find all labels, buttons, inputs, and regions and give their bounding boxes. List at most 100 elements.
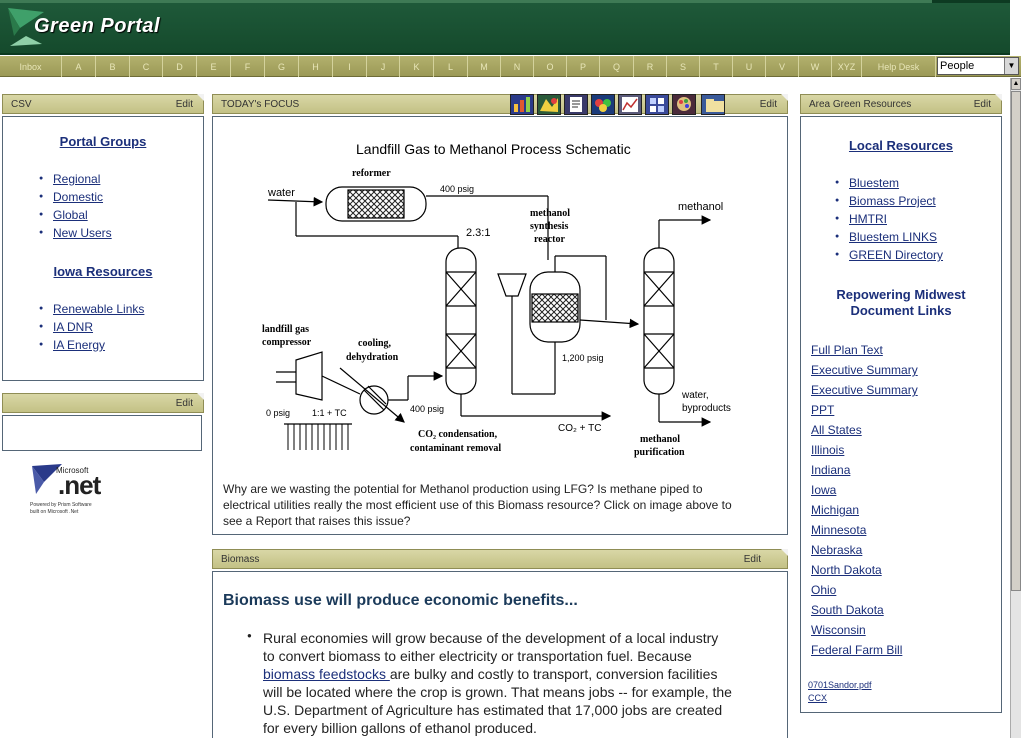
- portal-group-link[interactable]: Global: [53, 208, 88, 222]
- label-water: water: [267, 187, 295, 199]
- nav-item-k[interactable]: K: [400, 56, 434, 77]
- biomass-feedstocks-link[interactable]: biomass feedstocks: [263, 666, 390, 682]
- local-resource-item[interactable]: Biomass Project: [835, 192, 943, 210]
- nav-item-j[interactable]: J: [367, 56, 400, 77]
- portal-group-item[interactable]: Global: [39, 206, 112, 224]
- document-link[interactable]: Federal Farm Bill: [811, 640, 918, 660]
- nav-item-e[interactable]: E: [197, 56, 231, 77]
- nav-item-a[interactable]: A: [62, 56, 96, 77]
- portal-group-item[interactable]: Domestic: [39, 188, 112, 206]
- nav-item-f[interactable]: F: [231, 56, 265, 77]
- area-green-edit-link[interactable]: Edit: [974, 95, 991, 114]
- iowa-resource-link[interactable]: Renewable Links: [53, 302, 144, 316]
- nav-item-u[interactable]: U: [733, 56, 766, 77]
- nav-item-o[interactable]: O: [534, 56, 567, 77]
- nav-item-g[interactable]: G: [265, 56, 299, 77]
- nav-item-w[interactable]: W: [799, 56, 832, 77]
- document-link[interactable]: Nebraska: [811, 540, 918, 560]
- label-400psig-b: 400 psig: [410, 404, 444, 414]
- focus-edit-link[interactable]: Edit: [760, 95, 777, 114]
- local-resources-title[interactable]: Local Resources: [801, 138, 1001, 153]
- nav-item-p[interactable]: P: [567, 56, 600, 77]
- nav-item-m[interactable]: M: [468, 56, 501, 77]
- document-link[interactable]: Executive Summary: [811, 360, 918, 380]
- nav-item-t[interactable]: T: [700, 56, 733, 77]
- nav-item-h[interactable]: H: [299, 56, 333, 77]
- portal-group-item[interactable]: New Users: [39, 224, 112, 242]
- iowa-resource-item[interactable]: IA Energy: [39, 336, 144, 354]
- file-link-ccx[interactable]: CCX: [808, 693, 827, 703]
- palette-icon[interactable]: [672, 94, 696, 115]
- focus-caption-line-1: Why are we wasting the potential for Met…: [223, 482, 703, 496]
- document-link[interactable]: Executive Summary: [811, 380, 918, 400]
- document-link[interactable]: Minnesota: [811, 520, 918, 540]
- document-link[interactable]: PPT: [811, 400, 918, 420]
- local-resource-item[interactable]: GREEN Directory: [835, 246, 943, 264]
- biomass-edit-link[interactable]: Edit: [744, 550, 761, 569]
- nav-item-help-desk[interactable]: Help Desk: [862, 56, 936, 77]
- area-green-portlet-body: Local Resources Bluestem Biomass Project H…: [800, 116, 1002, 713]
- nav-item-r[interactable]: R: [634, 56, 667, 77]
- nav-item-d[interactable]: D: [163, 56, 197, 77]
- nav-item-i[interactable]: I: [333, 56, 367, 77]
- document-link[interactable]: South Dakota: [811, 600, 918, 620]
- iowa-resource-link[interactable]: IA Energy: [53, 338, 105, 352]
- iowa-resource-link[interactable]: IA DNR: [53, 320, 93, 334]
- local-resource-link[interactable]: Biomass Project: [849, 194, 936, 208]
- label-1200psig: 1,200 psig: [562, 353, 604, 363]
- csv-edit-link[interactable]: Edit: [176, 95, 193, 114]
- local-resource-link[interactable]: Bluestem LINKS: [849, 230, 937, 244]
- local-resource-link[interactable]: Bluestem: [849, 176, 899, 190]
- iowa-resource-item[interactable]: IA DNR: [39, 318, 144, 336]
- scroll-up-icon[interactable]: ▲: [1011, 78, 1021, 90]
- scroll-thumb[interactable]: [1011, 91, 1021, 591]
- nav-item-xyz[interactable]: XYZ: [832, 56, 862, 77]
- graph-icon[interactable]: [618, 94, 642, 115]
- iowa-resources-title[interactable]: Iowa Resources: [3, 264, 203, 279]
- document-link[interactable]: Michigan: [811, 500, 918, 520]
- people-select[interactable]: People ▼: [937, 57, 1019, 75]
- nav-item-b[interactable]: B: [96, 56, 130, 77]
- local-resource-item[interactable]: Bluestem: [835, 174, 943, 192]
- local-resource-item[interactable]: HMTRI: [835, 210, 943, 228]
- color-wheel-icon[interactable]: [591, 94, 615, 115]
- portal-group-item[interactable]: Regional: [39, 170, 112, 188]
- nav-item-q[interactable]: Q: [600, 56, 634, 77]
- portal-group-link[interactable]: Regional: [53, 172, 100, 186]
- iowa-resource-item[interactable]: Renewable Links: [39, 300, 144, 318]
- portal-groups-title[interactable]: Portal Groups: [3, 134, 203, 149]
- nav-item-inbox[interactable]: Inbox: [0, 56, 62, 77]
- nav-item-l[interactable]: L: [434, 56, 468, 77]
- empty-edit-link[interactable]: Edit: [176, 394, 193, 413]
- nav-item-s[interactable]: S: [667, 56, 700, 77]
- document-link[interactable]: Indiana: [811, 460, 918, 480]
- document-link[interactable]: Wisconsin: [811, 620, 918, 640]
- file-link-sandor[interactable]: 0701Sandor.pdf: [808, 680, 872, 690]
- document-link[interactable]: Iowa: [811, 480, 918, 500]
- dotnet-badge[interactable]: Microsoft .net Powered by Prism Software…: [30, 462, 130, 522]
- folder-icon[interactable]: [701, 94, 725, 115]
- label-co2-2: contaminant removal: [410, 443, 501, 454]
- document-link[interactable]: Full Plan Text: [811, 340, 918, 360]
- chart-icon[interactable]: [510, 94, 534, 115]
- doc-icon[interactable]: [564, 94, 588, 115]
- biomass-line-4: will be located where the crop is grown.…: [263, 684, 732, 700]
- page-scrollbar[interactable]: ▲: [1010, 78, 1021, 738]
- document-link[interactable]: Ohio: [811, 580, 918, 600]
- methanol-process-schematic[interactable]: Landfill Gas to Methanol Process Schemat…: [236, 132, 776, 464]
- local-resource-item[interactable]: Bluestem LINKS: [835, 228, 943, 246]
- portal-group-link[interactable]: Domestic: [53, 190, 103, 204]
- document-link[interactable]: Illinois: [811, 440, 918, 460]
- nav-item-n[interactable]: N: [501, 56, 534, 77]
- local-resource-link[interactable]: HMTRI: [849, 212, 887, 226]
- portal-logo-text[interactable]: Green Portal: [34, 15, 160, 38]
- map-icon[interactable]: [537, 94, 561, 115]
- chevron-down-icon[interactable]: ▼: [1004, 58, 1018, 74]
- nav-item-c[interactable]: C: [130, 56, 163, 77]
- document-link[interactable]: All States: [811, 420, 918, 440]
- local-resource-link[interactable]: GREEN Directory: [849, 248, 943, 262]
- document-link[interactable]: North Dakota: [811, 560, 918, 580]
- grid-icon[interactable]: [645, 94, 669, 115]
- portal-group-link[interactable]: New Users: [53, 226, 112, 240]
- nav-item-v[interactable]: V: [766, 56, 799, 77]
